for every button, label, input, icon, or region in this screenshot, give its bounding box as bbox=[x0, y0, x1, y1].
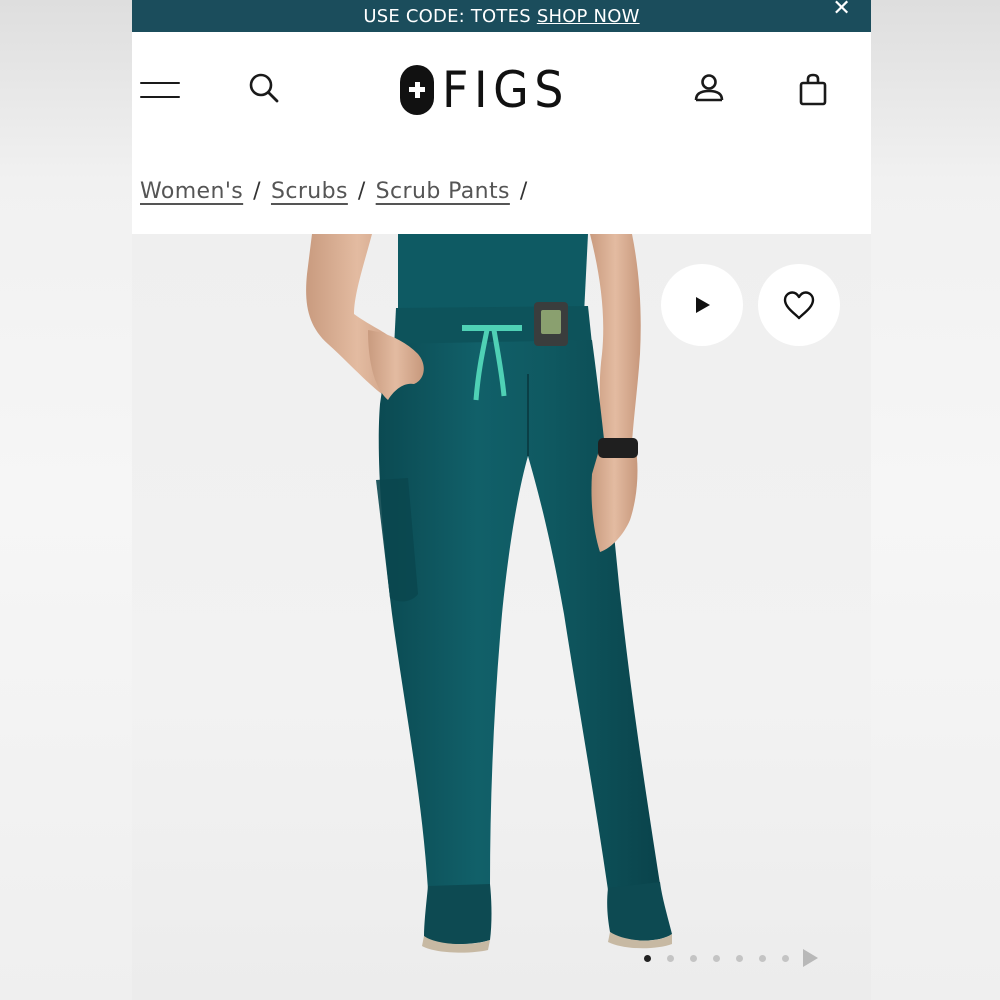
heart-icon bbox=[783, 291, 815, 320]
hamburger-menu-icon[interactable] bbox=[140, 82, 180, 102]
carousel-next-icon[interactable] bbox=[803, 949, 818, 967]
figs-logo-mark-icon bbox=[400, 65, 434, 115]
carousel-dot[interactable] bbox=[690, 954, 697, 962]
carousel-indicators bbox=[644, 948, 818, 968]
promo-banner: USE CODE: TOTES SHOP NOW ✕ bbox=[132, 0, 871, 32]
play-icon bbox=[696, 297, 710, 313]
promo-code-text: USE CODE: TOTES bbox=[363, 5, 531, 27]
carousel-dot[interactable] bbox=[782, 954, 789, 962]
breadcrumb-scrub-pants[interactable]: Scrub Pants bbox=[376, 179, 510, 204]
shop-now-link[interactable]: SHOP NOW bbox=[537, 6, 640, 27]
breadcrumb-womens[interactable]: Women's bbox=[140, 179, 243, 204]
play-video-button[interactable] bbox=[661, 264, 743, 346]
figs-logo[interactable]: FIGS bbox=[400, 62, 580, 118]
breadcrumb-separator: / bbox=[357, 178, 366, 204]
carousel-dot[interactable] bbox=[667, 954, 674, 962]
carousel-dot[interactable] bbox=[759, 954, 766, 962]
product-photo bbox=[306, 234, 672, 953]
carousel-dot-active[interactable] bbox=[644, 954, 651, 962]
carousel-dot[interactable] bbox=[713, 954, 720, 962]
breadcrumb-separator: / bbox=[253, 178, 261, 204]
breadcrumb-scrubs[interactable]: Scrubs bbox=[271, 179, 348, 204]
account-icon[interactable] bbox=[692, 72, 726, 106]
search-icon[interactable] bbox=[248, 72, 280, 104]
site-header: FIGS bbox=[132, 32, 871, 150]
shopping-bag-icon[interactable] bbox=[796, 72, 830, 108]
page-viewport: USE CODE: TOTES SHOP NOW ✕ FIGS Women's … bbox=[132, 0, 871, 1000]
close-icon[interactable]: ✕ bbox=[832, 0, 851, 20]
breadcrumb-separator: / bbox=[519, 178, 528, 204]
favorite-button[interactable] bbox=[758, 264, 840, 346]
product-image-gallery[interactable] bbox=[132, 234, 871, 1000]
brand-name: FIGS bbox=[442, 61, 569, 119]
carousel-dot[interactable] bbox=[736, 954, 743, 962]
breadcrumb: Women's / Scrubs / Scrub Pants / bbox=[140, 174, 538, 208]
